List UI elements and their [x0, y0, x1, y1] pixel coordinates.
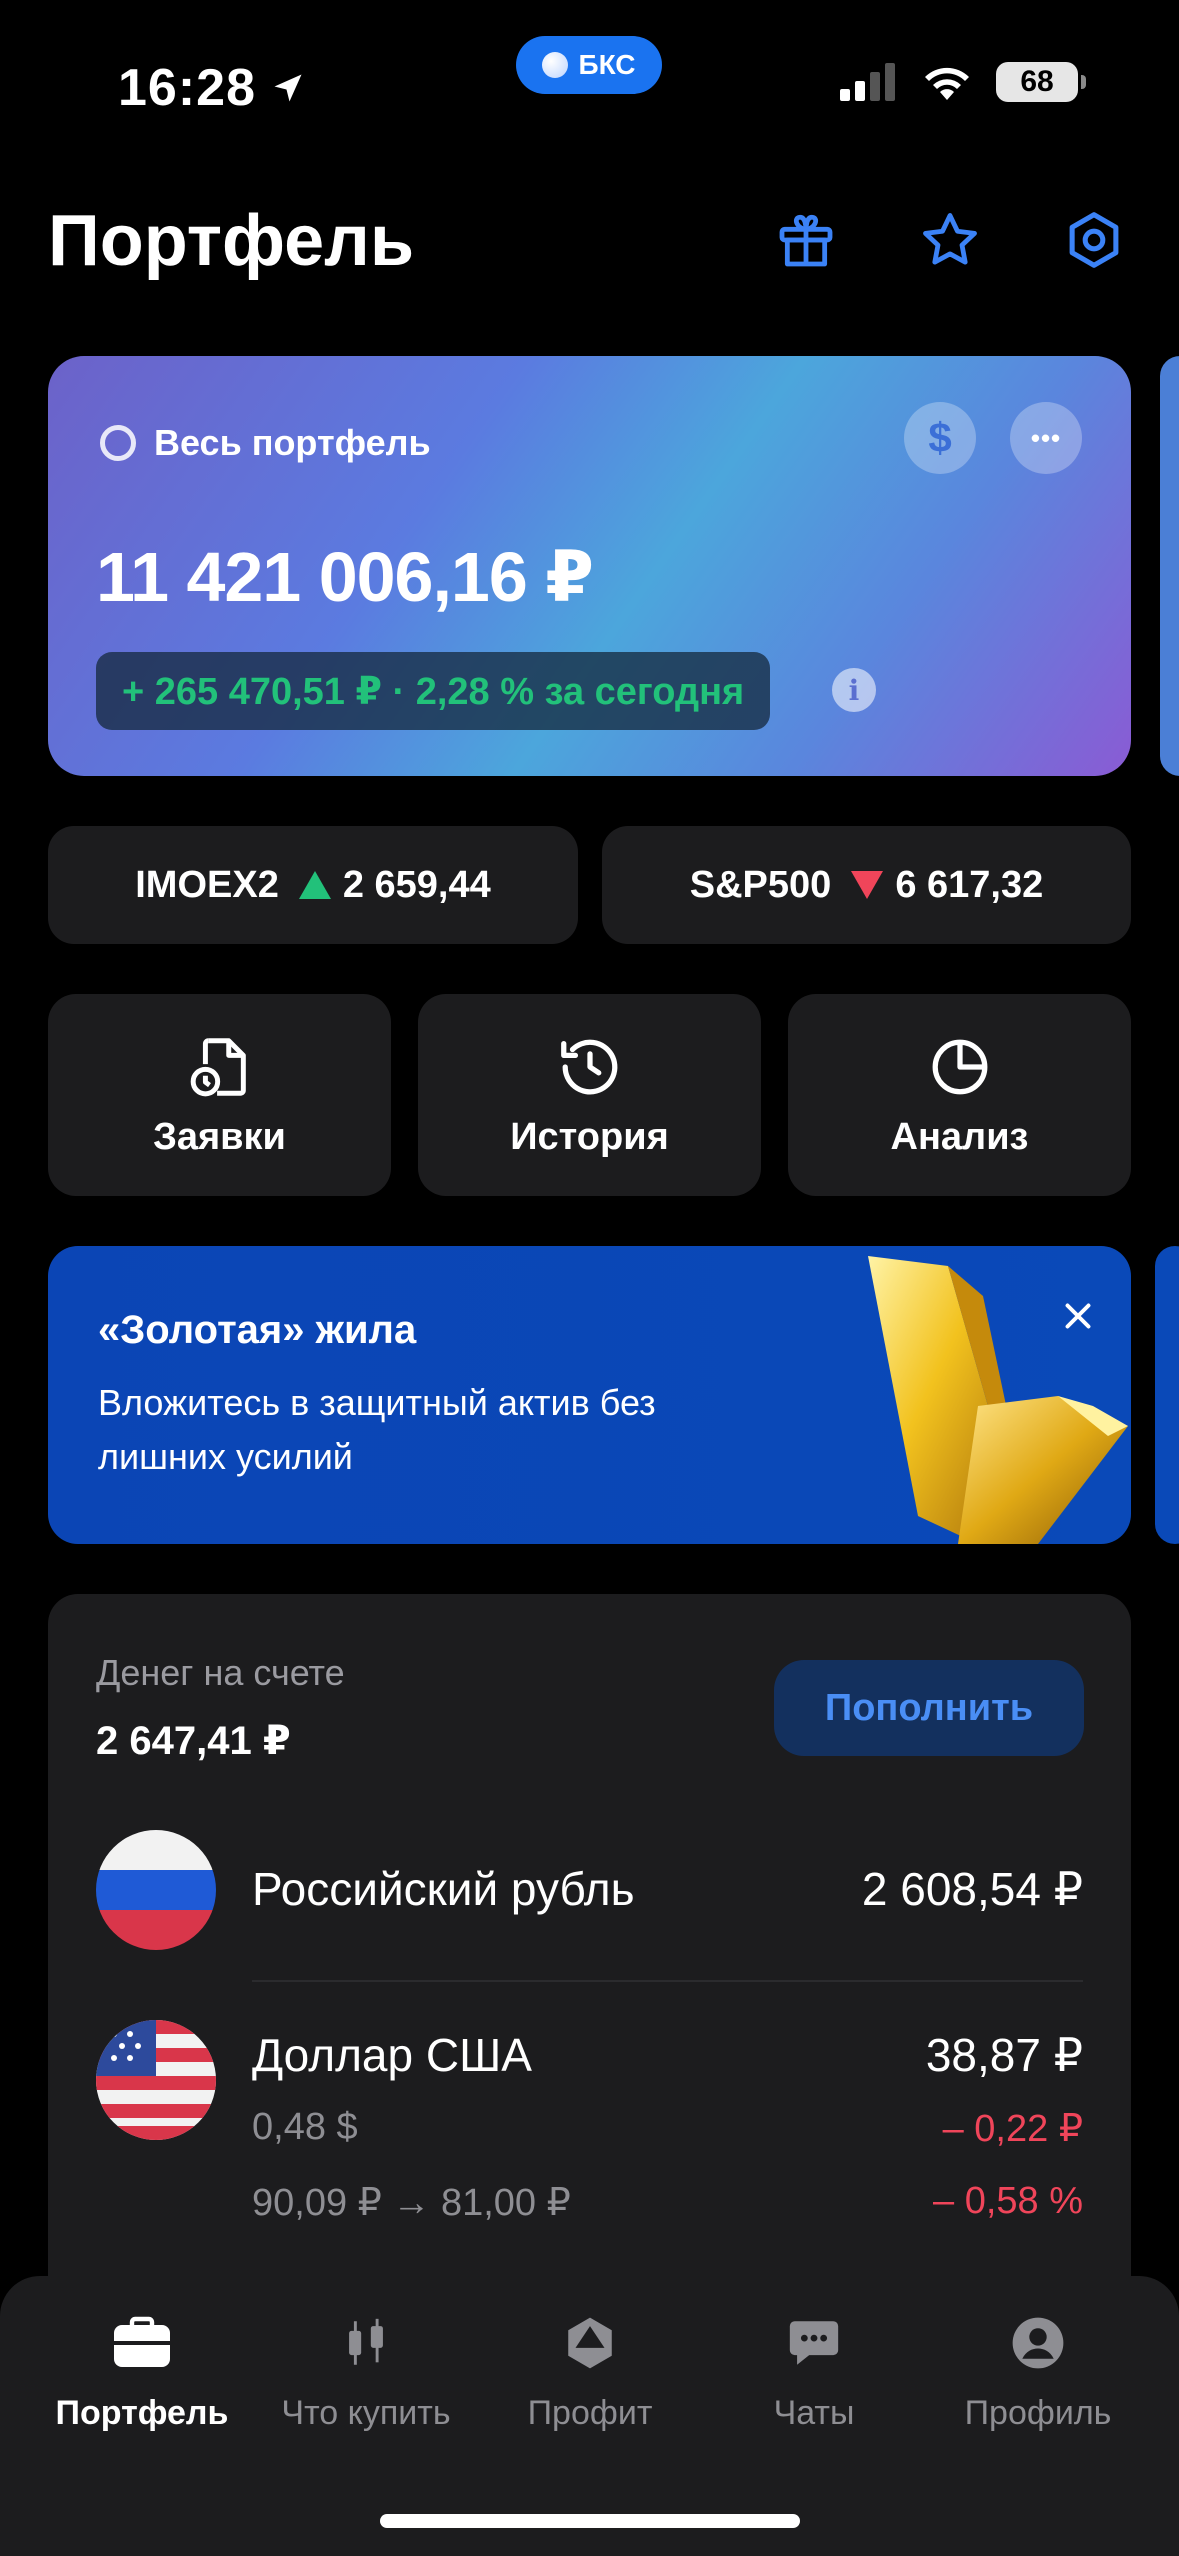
tab-profile[interactable]: Профиль [920, 2314, 1156, 2433]
topup-button[interactable]: Пополнить [774, 1660, 1084, 1756]
tab-label: Профит [527, 2394, 653, 2432]
next-promo-peek[interactable] [1155, 1246, 1179, 1544]
tab-label: Портфель [55, 2394, 229, 2432]
analysis-label: Анализ [890, 1115, 1029, 1158]
russia-flag-icon [96, 1830, 216, 1950]
chat-bubble-icon [789, 2321, 839, 2365]
tab-what-to-buy[interactable]: Что купить [248, 2314, 484, 2433]
location-arrow-icon [274, 74, 302, 102]
promo-title: «Золотая» жила [98, 1308, 417, 1352]
time-text: 16:28 [118, 59, 256, 117]
info-icon[interactable]: i [832, 668, 876, 712]
portfolio-card[interactable]: Весь портфель $ ••• 11 421 006,16 ₽ + 26… [48, 356, 1131, 776]
next-card-peek[interactable] [1160, 356, 1179, 776]
dollar-icon: $ [928, 414, 952, 461]
briefcase-icon [114, 2316, 170, 2367]
radio-ring-icon [100, 425, 136, 461]
close-icon[interactable] [1050, 1288, 1106, 1344]
settings-hex-icon[interactable] [1058, 204, 1130, 276]
usd-change-pct: – 0,58 % [933, 2180, 1083, 2222]
status-indicators: 68 [840, 62, 1086, 102]
star-icon[interactable] [914, 204, 986, 276]
portfolio-daily-change: + 265 470,51 ₽ · 2,28 % за сегодня [96, 652, 771, 730]
user-avatar-icon [1012, 2317, 1064, 2369]
portfolio-label: Весь портфель [154, 422, 431, 463]
profit-hexagon-icon [568, 2317, 612, 2369]
currency-value-rub: 2 608,54 ₽ [861, 1863, 1083, 1915]
home-indicator[interactable] [380, 2514, 800, 2528]
carrier-badge-label: БКС [578, 49, 636, 80]
promo-banner[interactable]: «Золотая» жила Вложитесь в защитный акти… [48, 1246, 1131, 1544]
cash-balance-card: Денег на счете 2 647,41 ₽ Пополнить Росс… [48, 1594, 1131, 2374]
history-clock-icon [560, 1039, 617, 1094]
history-label: История [510, 1115, 669, 1158]
bks-logo-icon [542, 52, 569, 78]
battery-indicator: 68 [996, 62, 1086, 102]
tab-portfolio[interactable]: Портфель [24, 2314, 260, 2433]
currency-toggle-button[interactable]: $ [904, 402, 976, 474]
more-button[interactable]: ••• [1010, 402, 1082, 474]
tab-label: Профиль [964, 2394, 1112, 2432]
orders-label: Заявки [153, 1115, 286, 1158]
index-value: 2 659,44 [342, 863, 491, 906]
usd-rate: 90,09 ₽ → 81,00 ₽ [252, 2182, 571, 2224]
currency-value-usd: 38,87 ₽ [925, 2029, 1083, 2081]
portfolio-selector[interactable]: Весь портфель [100, 422, 431, 464]
tab-label: Что купить [281, 2394, 451, 2432]
status-time: 16:28 [118, 58, 306, 118]
promo-text: Вложитесь в защитный актив без лишних ус… [98, 1382, 656, 1477]
currency-name-rub[interactable]: Российский рубль [252, 1862, 635, 1916]
page-title: Портфель [48, 201, 415, 281]
portfolio-total: 11 421 006,16 ₽ [96, 538, 594, 616]
usd-change-abs: – 0,22 ₽ [942, 2108, 1083, 2150]
arrow-down-icon [851, 871, 884, 899]
orders-tile[interactable]: Заявки [48, 994, 391, 1196]
analysis-pie-icon [932, 1039, 987, 1094]
more-dots-icon: ••• [1030, 422, 1062, 453]
currency-name-usd[interactable]: Доллар США [252, 2028, 532, 2082]
usa-flag-icon [96, 2020, 216, 2140]
index-name: S&P500 [689, 863, 832, 906]
orders-document-icon [190, 1037, 246, 1096]
tab-chats[interactable]: Чаты [696, 2314, 932, 2433]
index-sp500[interactable]: S&P500 6 617,32 [602, 826, 1131, 944]
info-glyph: i [848, 673, 860, 707]
cash-label: Денег на счете [96, 1652, 345, 1693]
wifi-icon [925, 67, 969, 100]
usd-amount: 0,48 $ [252, 2106, 358, 2148]
history-tile[interactable]: История [418, 994, 761, 1196]
index-imoex2[interactable]: IMOEX2 2 659,44 [48, 826, 578, 944]
battery-level: 68 [1020, 65, 1054, 98]
index-value: 6 617,32 [895, 863, 1044, 906]
carrier-badge[interactable]: БКС [516, 36, 662, 94]
cash-total: 2 647,41 ₽ [96, 1719, 291, 1763]
tab-profit[interactable]: Профит [472, 2314, 708, 2433]
analysis-tile[interactable]: Анализ [788, 994, 1131, 1196]
candlestick-icon [349, 2318, 383, 2365]
gift-icon[interactable] [770, 204, 842, 276]
index-name: IMOEX2 [135, 863, 279, 906]
arrow-up-icon [298, 871, 331, 899]
cellular-signal-icon [840, 63, 895, 101]
divider [252, 1980, 1083, 1982]
tab-label: Чаты [773, 2394, 855, 2432]
